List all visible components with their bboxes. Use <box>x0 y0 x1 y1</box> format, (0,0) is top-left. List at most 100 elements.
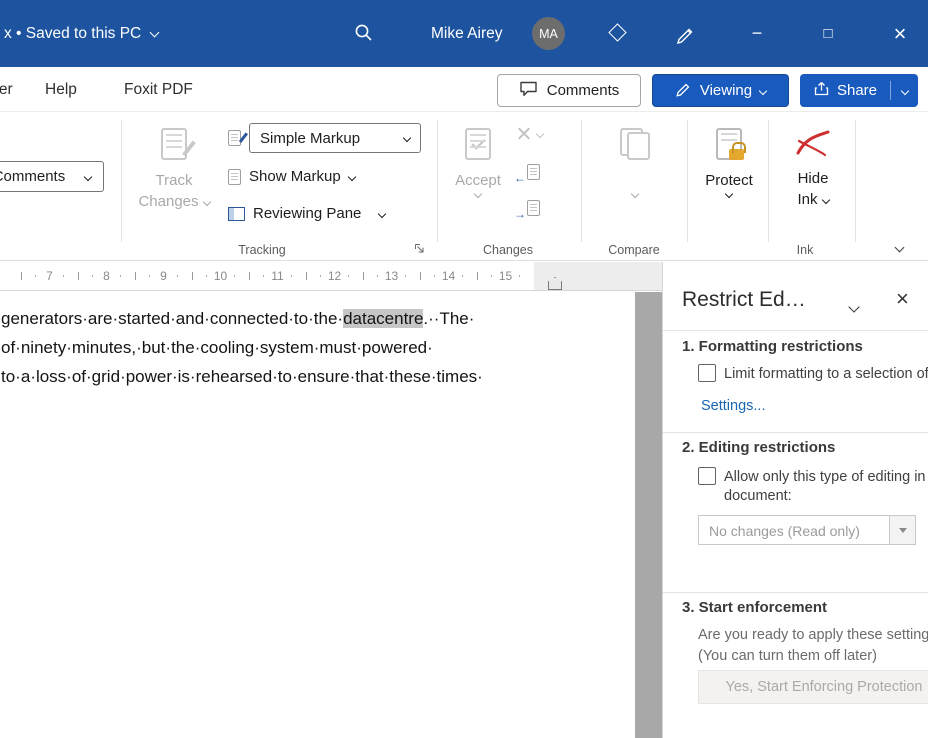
document-page[interactable]: generators·are·started·and·connected·to·… <box>0 292 662 738</box>
hide-ink-button[interactable]: Hide Ink <box>781 120 845 210</box>
reject-button[interactable] <box>516 126 545 141</box>
share-dropdown-button[interactable] <box>891 74 918 107</box>
previous-change-button[interactable]: ← <box>514 164 540 185</box>
hide-ink-icon <box>781 128 845 158</box>
minimize-button[interactable]: − <box>739 0 775 67</box>
chevron-down-icon <box>900 86 909 95</box>
diamond-icon[interactable] <box>608 23 627 42</box>
reviewing-pane-icon <box>228 206 245 221</box>
share-main[interactable]: Share <box>800 80 890 101</box>
chevron-down-icon <box>378 209 387 218</box>
chevron-down-icon <box>630 189 640 199</box>
share-icon <box>813 80 830 101</box>
section-divider <box>663 592 928 593</box>
triangle-down-icon <box>898 527 907 533</box>
comments-label: Comments <box>546 82 620 99</box>
hide-ink-label-2: Ink <box>797 191 818 208</box>
show-markup-icon <box>228 168 241 185</box>
chevron-down-icon <box>83 172 93 181</box>
allow-editing-label-line1: Allow only this type of editing in the <box>724 469 928 485</box>
hide-ink-label-1: Hide <box>797 170 829 187</box>
allow-editing-checkbox[interactable] <box>698 467 716 485</box>
viewing-label: Viewing <box>699 82 753 99</box>
reviewing-pane-button[interactable]: Reviewing Pane <box>228 205 387 222</box>
track-changes-button[interactable]: Track Changes <box>131 120 217 212</box>
ruler-number: 7 <box>21 262 78 290</box>
document-text: generators·are·started·and·connected·to·… <box>1 304 483 391</box>
chevron-down-icon <box>724 189 734 199</box>
group-label-ink: Ink <box>796 243 814 257</box>
maximize-button[interactable]: □ <box>810 0 846 67</box>
pane-title: Restrict Editing <box>682 288 806 311</box>
show-markup-button[interactable]: Show Markup <box>228 168 356 185</box>
search-icon[interactable] <box>353 22 375 49</box>
track-changes-label-1: Track <box>155 172 193 189</box>
group-divider <box>437 120 438 242</box>
chevron-down-icon <box>402 133 412 143</box>
accept-label: Accept <box>455 172 501 189</box>
compare-button[interactable] <box>601 120 669 199</box>
group-divider <box>687 120 688 242</box>
document-line: to·a·loss·of·grid·power·is·rehearsed·to·… <box>1 367 483 386</box>
show-comments-dropdown[interactable]: Show Comments <box>0 161 104 192</box>
viewing-pen-icon <box>675 80 692 101</box>
comment-bubble-icon <box>519 80 538 101</box>
limit-formatting-checkbox[interactable] <box>698 364 716 382</box>
saved-status[interactable]: x • Saved to this PC <box>4 0 160 67</box>
ruler-number: 9 <box>135 262 192 290</box>
share-label: Share <box>836 82 878 99</box>
dialog-launcher-icon[interactable] <box>413 241 425 258</box>
collapse-ribbon-chevron-icon[interactable] <box>894 238 905 255</box>
pane-options-chevron-icon[interactable] <box>848 298 860 316</box>
chevron-down-icon <box>202 197 211 206</box>
track-changes-icon <box>131 128 217 160</box>
settings-link[interactable]: Settings... <box>701 398 765 414</box>
show-markup-label: Show Markup <box>249 168 341 185</box>
display-for-review-select[interactable]: Simple Markup <box>249 123 421 153</box>
viewing-mode-button[interactable]: Viewing <box>652 74 789 107</box>
line1-post: .··The· <box>423 309 475 328</box>
section-divider <box>663 330 928 331</box>
accept-icon <box>449 128 507 160</box>
enforcement-description-line1: Are you ready to apply these settings? <box>698 627 928 643</box>
ruler-number: 12 <box>306 262 363 290</box>
protect-icon <box>699 128 759 160</box>
reviewing-pane-label: Reviewing Pane <box>253 205 362 222</box>
chevron-down-icon <box>821 195 830 204</box>
editing-type-dropdown[interactable]: No changes (Read only) <box>698 515 916 545</box>
avatar[interactable]: MA <box>532 17 565 50</box>
share-button[interactable]: Share <box>800 74 918 107</box>
protect-label: Protect <box>705 172 753 189</box>
tab-developer[interactable]: Developer <box>0 67 13 111</box>
group-divider <box>855 120 856 242</box>
accept-button[interactable]: Accept <box>449 120 507 199</box>
show-comments-label: Show Comments <box>0 168 66 185</box>
enforcement-description-line2: (You can turn them off later) <box>698 648 877 664</box>
start-enforcing-button[interactable]: Yes, Start Enforcing Protection <box>698 670 928 704</box>
reject-icon <box>516 126 531 141</box>
allow-editing-label-line2: document: <box>724 488 792 504</box>
ruler-number: 15 <box>477 262 534 290</box>
comments-button[interactable]: Comments <box>497 74 641 107</box>
tab-foxit-pdf[interactable]: Foxit PDF <box>124 67 193 111</box>
ribbon-review: Show Comments Track Changes Simple Marku… <box>0 112 928 261</box>
display-for-review-row: Simple Markup <box>228 123 421 153</box>
horizontal-ruler: 7 8 9 10 11 12 13 14 15 <box>0 262 662 291</box>
dropdown-arrow-button[interactable] <box>889 516 915 544</box>
protect-button[interactable]: Protect <box>699 120 759 199</box>
title-bar: x • Saved to this PC Mike Airey MA − □ × <box>0 0 928 67</box>
word-window: x • Saved to this PC Mike Airey MA − □ ×… <box>0 0 928 738</box>
ruler-scale: 7 8 9 10 11 12 13 14 15 <box>21 262 534 290</box>
pane-close-icon[interactable]: × <box>896 288 909 310</box>
tab-help[interactable]: Help <box>45 67 77 111</box>
group-divider <box>768 120 769 242</box>
pen-icon[interactable] <box>675 22 697 49</box>
close-button[interactable]: × <box>882 0 918 67</box>
document-line: generators·are·started·and·connected·to·… <box>1 304 483 333</box>
document-line: of·ninety·minutes,·but·the·cooling·syste… <box>1 338 433 357</box>
chevron-down-icon <box>347 172 356 181</box>
ruler-number: 11 <box>249 262 306 290</box>
user-name[interactable]: Mike Airey <box>431 0 503 67</box>
next-change-button[interactable]: → <box>514 200 540 221</box>
formatting-restrictions-heading: 1. Formatting restrictions <box>682 338 863 355</box>
